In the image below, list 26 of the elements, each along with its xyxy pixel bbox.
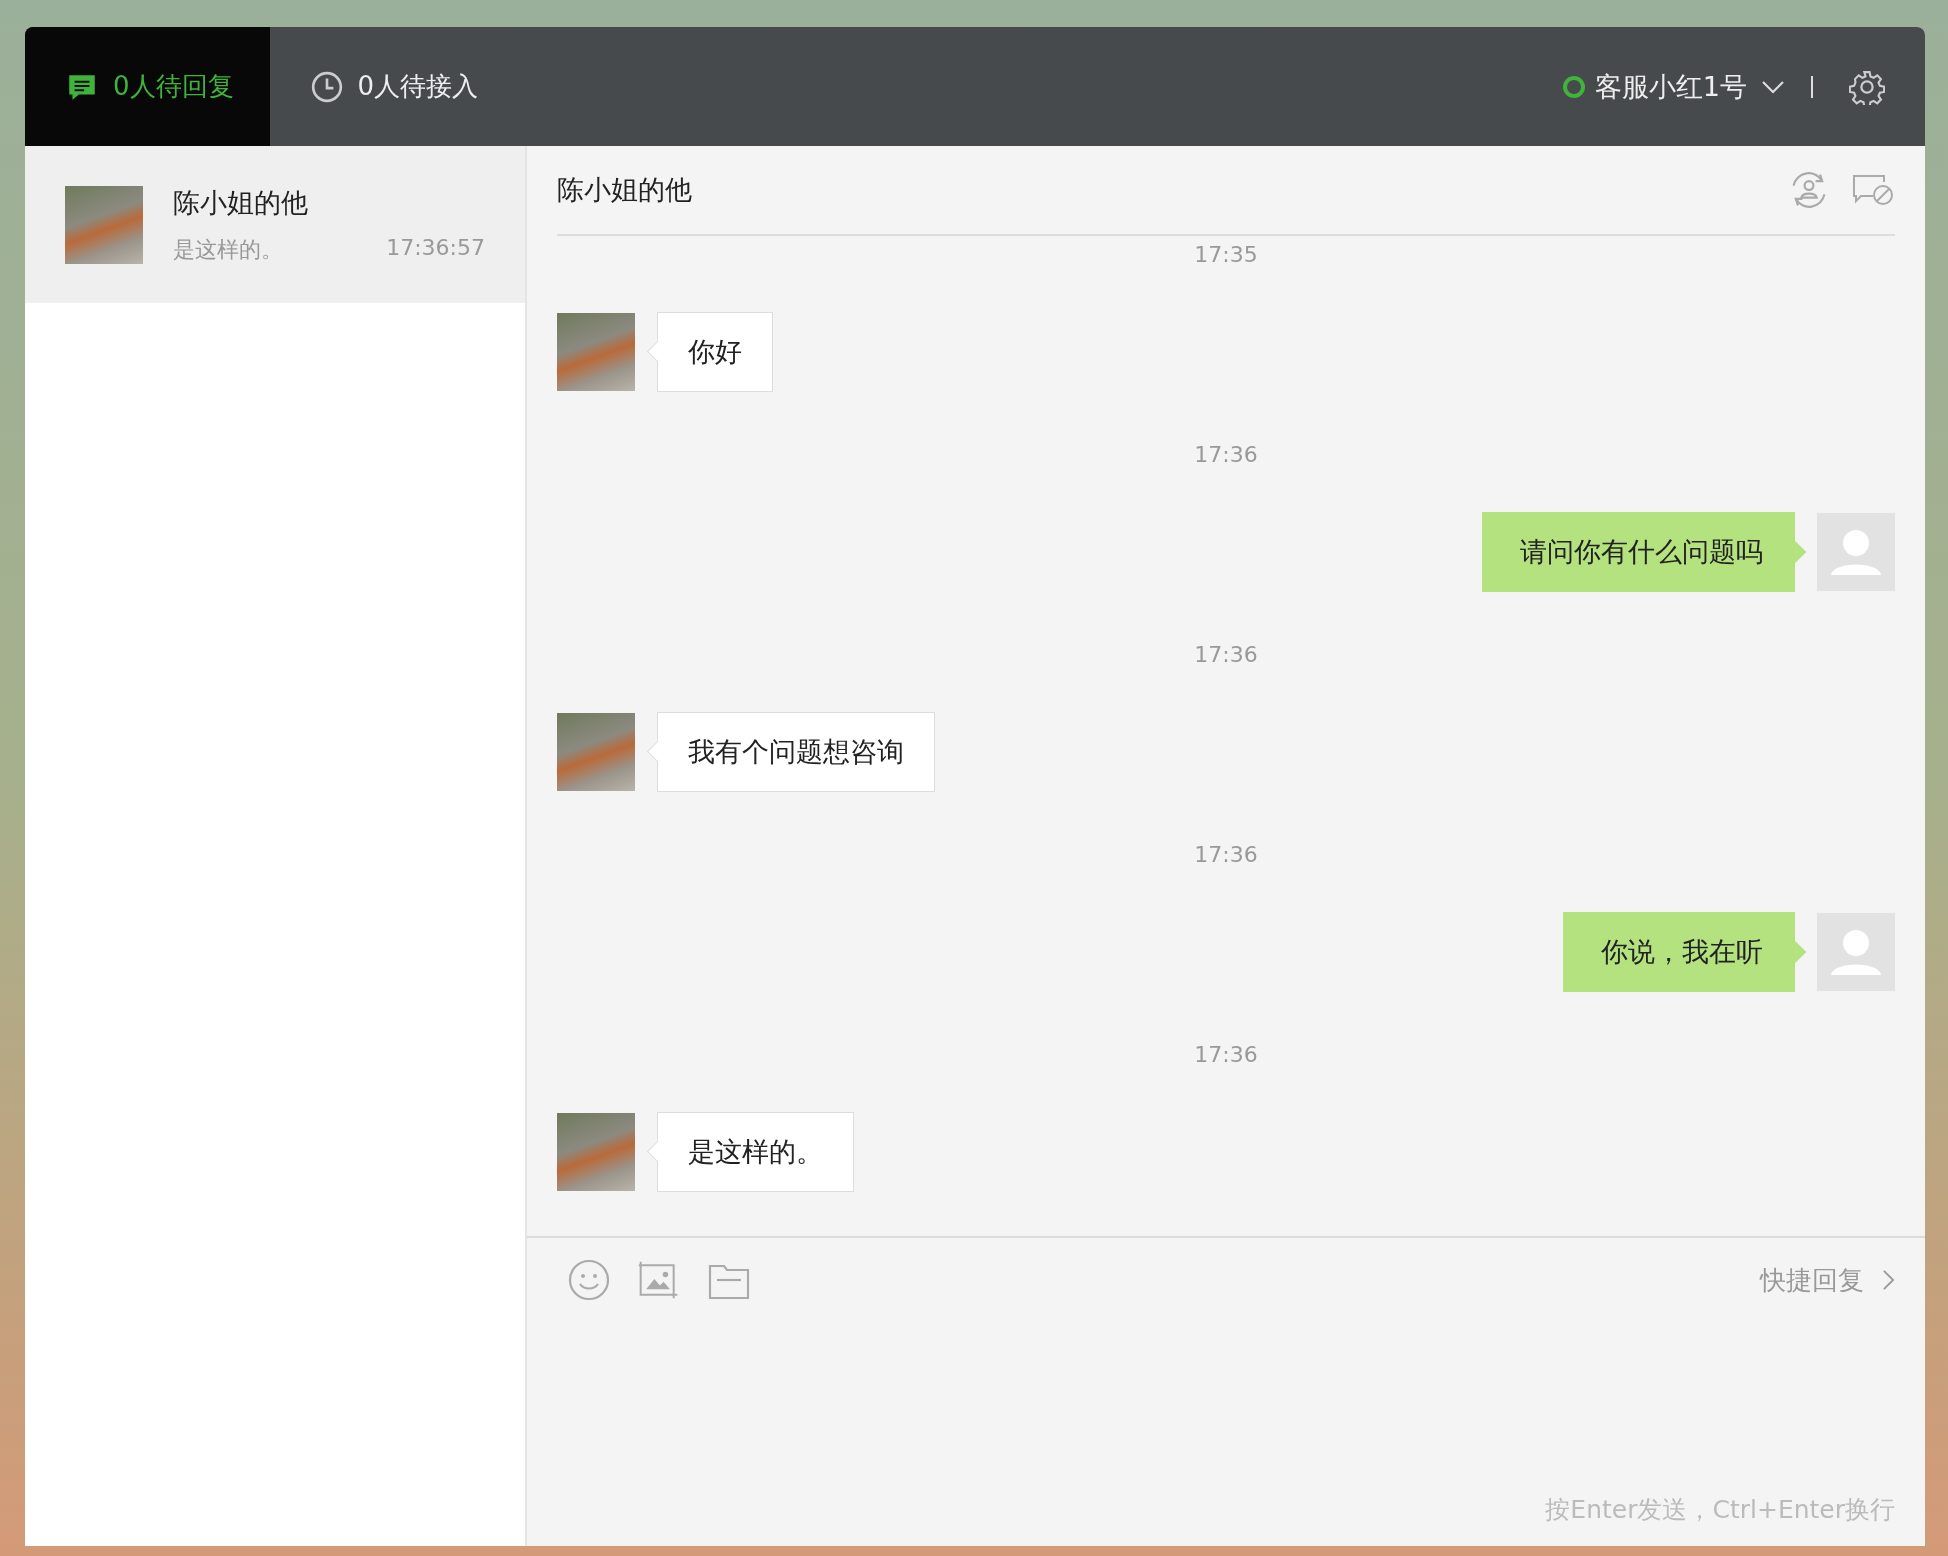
send-hint: 按Enter发送，Ctrl+Enter换行 [1545, 1494, 1895, 1526]
message-preview: 是这样的。 [173, 235, 283, 264]
timestamp: 17:36 [1194, 641, 1258, 667]
chevron-right-icon [1882, 1269, 1895, 1291]
contact-name: 陈小姐的他 [173, 185, 309, 220]
timestamp: 17:36 [1194, 841, 1258, 867]
chat-title: 陈小姐的他 [557, 173, 692, 207]
chevron-down-icon[interactable] [1761, 78, 1785, 95]
clock-icon [309, 69, 344, 104]
agent-name[interactable]: 客服小红1号 [1594, 68, 1747, 105]
outgoing-message: 请问你有什么问题吗 [1482, 512, 1805, 592]
incoming-message: 我有个问题想咨询 [647, 712, 935, 792]
user-avatar-icon [1817, 513, 1895, 591]
timestamp: 17:36 [1194, 441, 1258, 467]
timestamp: 17:35 [1194, 241, 1258, 267]
conversation-item[interactable]: 陈小姐的他 是这样的。 17:36:57 [25, 146, 525, 303]
outgoing-message: 你说，我在听 [1563, 912, 1805, 992]
incoming-message: 是这样的。 [647, 1112, 854, 1192]
emoji-icon[interactable] [567, 1258, 611, 1302]
tab[interactable]: 0人待接入 [269, 27, 515, 146]
tab[interactable]: 0人待回复 [25, 27, 270, 146]
user-avatar-icon [1817, 913, 1895, 991]
message-time: 17:36:57 [386, 234, 485, 262]
settings-icon[interactable] [1849, 68, 1885, 105]
timestamp: 17:36 [1194, 1041, 1258, 1067]
incoming-message: 你好 [647, 312, 773, 392]
